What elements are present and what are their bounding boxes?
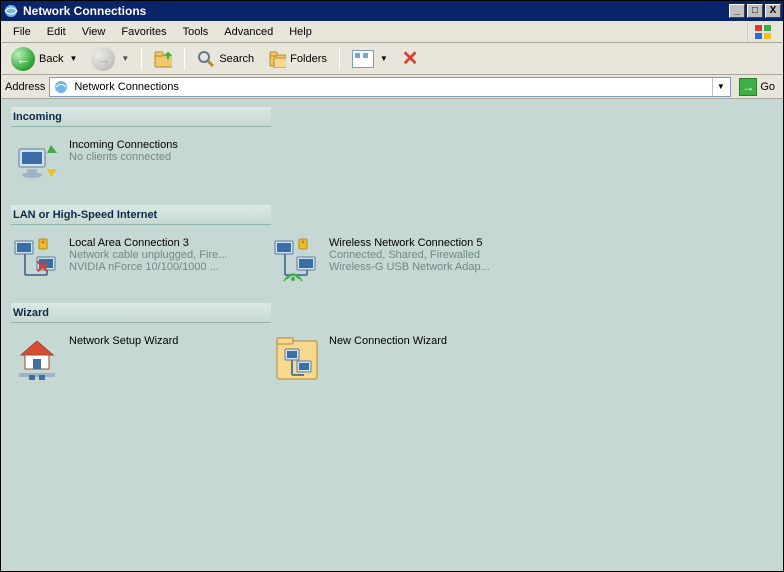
back-dropdown-icon[interactable]: ▼: [69, 54, 77, 63]
item-incoming-connections[interactable]: Incoming Connections No clients connecte…: [11, 137, 261, 189]
search-label: Search: [219, 53, 254, 65]
forward-arrow-icon: →: [91, 47, 115, 71]
item-sub1: Connected, Shared, Firewalled: [329, 249, 490, 261]
menu-advanced[interactable]: Advanced: [216, 24, 281, 40]
lan-items: ✕ Local Area Connection 3 Network cable …: [11, 235, 773, 287]
address-input[interactable]: Network Connections ▼: [49, 77, 731, 97]
windows-flag-icon: [747, 22, 779, 42]
menu-view[interactable]: View: [74, 24, 114, 40]
section-header-lan: LAN or High-Speed Internet: [11, 205, 271, 225]
incoming-connections-icon: [13, 139, 61, 187]
go-label: Go: [760, 81, 775, 93]
delete-x-icon: ✕: [402, 46, 419, 71]
item-name: Local Area Connection 3: [69, 237, 227, 249]
search-icon: [197, 50, 215, 68]
address-dropdown-icon[interactable]: ▼: [712, 78, 728, 96]
go-button[interactable]: → Go: [735, 77, 779, 97]
minimize-button[interactable]: _: [729, 4, 745, 18]
item-new-connection-wizard[interactable]: New Connection Wizard: [271, 333, 521, 385]
item-sub2: NVIDIA nForce 10/100/1000 ...: [69, 261, 227, 273]
toolbar-separator: [141, 48, 142, 70]
titlebar: Network Connections _ □ X: [1, 1, 783, 21]
app-icon: [3, 3, 19, 19]
address-icon: [52, 78, 70, 96]
item-name: New Connection Wizard: [329, 335, 447, 347]
back-label: Back: [39, 53, 63, 65]
item-wireless-5[interactable]: Wireless Network Connection 5 Connected,…: [271, 235, 521, 287]
item-lan-3[interactable]: ✕ Local Area Connection 3 Network cable …: [11, 235, 261, 287]
item-name: Incoming Connections: [69, 139, 178, 151]
new-connection-wizard-icon: [273, 335, 321, 383]
toolbar-separator-3: [339, 48, 340, 70]
views-dropdown-icon[interactable]: ▼: [380, 54, 388, 63]
maximize-button[interactable]: □: [747, 4, 763, 18]
wireless-connection-icon: [273, 237, 321, 285]
window-title: Network Connections: [23, 4, 146, 18]
item-name: Network Setup Wizard: [69, 335, 178, 347]
go-arrow-icon: →: [739, 78, 757, 96]
back-button[interactable]: ← Back ▼: [5, 46, 83, 72]
forward-button[interactable]: → ▼: [85, 46, 135, 72]
menu-file[interactable]: File: [5, 24, 39, 40]
menu-edit[interactable]: Edit: [39, 24, 74, 40]
views-button[interactable]: ▼: [346, 46, 394, 72]
back-arrow-icon: ←: [11, 47, 35, 71]
delete-button[interactable]: ✕: [396, 46, 425, 72]
toolbar-separator-2: [184, 48, 185, 70]
content-pane: Incoming Incoming Connections No clients…: [1, 99, 783, 571]
incoming-items: Incoming Connections No clients connecte…: [11, 137, 773, 189]
item-sub1: Network cable unplugged, Fire...: [69, 249, 227, 261]
folders-button[interactable]: Folders: [262, 46, 333, 72]
close-button[interactable]: X: [765, 4, 781, 18]
section-header-wizard: Wizard: [11, 303, 271, 323]
forward-dropdown-icon[interactable]: ▼: [121, 54, 129, 63]
window-root: Network Connections _ □ X File Edit View…: [0, 0, 784, 572]
item-sub2: Wireless-G USB Network Adap...: [329, 261, 490, 273]
svg-text:✕: ✕: [35, 257, 50, 277]
address-bar: Address Network Connections ▼ → Go: [1, 75, 783, 99]
folders-icon: [268, 50, 286, 68]
menu-help[interactable]: Help: [281, 24, 320, 40]
address-label: Address: [5, 81, 45, 93]
folders-label: Folders: [290, 53, 327, 65]
address-value: Network Connections: [74, 81, 708, 93]
menubar: File Edit View Favorites Tools Advanced …: [1, 21, 783, 43]
up-folder-icon: [154, 50, 172, 68]
menu-tools[interactable]: Tools: [175, 24, 217, 40]
wizard-items: Network Setup Wizard New Connection Wiza…: [11, 333, 773, 385]
item-sub1: No clients connected: [69, 151, 178, 163]
views-icon: [352, 50, 374, 68]
search-button[interactable]: Search: [191, 46, 260, 72]
lan-connection-icon: ✕: [13, 237, 61, 285]
toolbar: ← Back ▼ → ▼ Search Folders: [1, 43, 783, 75]
item-network-setup-wizard[interactable]: Network Setup Wizard: [11, 333, 261, 385]
network-setup-wizard-icon: [13, 335, 61, 383]
menu-favorites[interactable]: Favorites: [113, 24, 174, 40]
up-button[interactable]: [148, 46, 178, 72]
item-name: Wireless Network Connection 5: [329, 237, 490, 249]
section-header-incoming: Incoming: [11, 107, 271, 127]
